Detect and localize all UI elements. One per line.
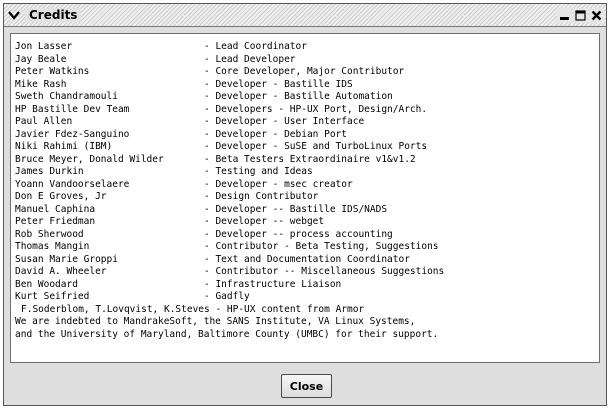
credit-role: Developer -- process accounting	[215, 228, 393, 240]
credit-name: Paul Allen	[15, 116, 73, 127]
credit-separator: -	[204, 128, 216, 140]
credit-role: Contributor -- Miscellaneous Suggestions	[215, 266, 445, 277]
close-button[interactable]: Close	[281, 374, 332, 398]
credit-row: Paul Allen - Developer - User Interface	[15, 116, 599, 129]
credit-role: Infrastructure Liaison	[215, 278, 342, 290]
credit-name: Javier Fdez-Sanguino	[15, 128, 130, 140]
credit-name: Susan Marie Groppi	[15, 253, 118, 265]
credit-separator: -	[204, 178, 216, 190]
credit-row: Manuel Caphina - Developer -- Bastille ID…	[15, 204, 599, 217]
credit-name: Thomas Mangin	[15, 241, 90, 252]
credit-separator: -	[204, 41, 216, 52]
credit-name: Peter Friedman	[15, 216, 96, 227]
credits-text-area[interactable]: Jon Lasser - Lead Coordinator Jay Beale - L…	[10, 33, 600, 363]
credit-row: Bruce Meyer, Donald Wilder - Beta Testers…	[15, 154, 599, 167]
credit-separator: -	[204, 228, 216, 240]
minimize-icon[interactable]	[557, 7, 572, 23]
credit-role: Design Contributor	[215, 191, 319, 202]
credit-name: Don E Groves, Jr	[15, 191, 107, 202]
window-menu-chevron-icon[interactable]	[7, 8, 21, 22]
credit-role: Beta Testers Extraordinaire v1&v1.2	[215, 153, 416, 165]
credit-separator: -	[204, 116, 216, 127]
maximize-icon[interactable]	[573, 7, 588, 23]
thanks-line: and the University of Maryland, Baltimor…	[15, 328, 439, 340]
credit-role: Developer - User Interface	[215, 116, 365, 127]
credit-row: Rob Sherwood - Developer -- process accou…	[15, 229, 599, 242]
credit-name: Rob Sherwood	[15, 228, 84, 240]
credit-separator: -	[204, 66, 216, 77]
credit-role: Developers - HP-UX Port, Design/Arch.	[215, 103, 428, 115]
credit-separator: -	[204, 78, 216, 90]
credit-role: Contributor - Beta Testing, Suggestions	[215, 241, 439, 252]
credit-separator: -	[204, 153, 216, 165]
credit-name: Mike Rash	[15, 78, 67, 90]
credit-name: Yoann Vandoorselaere	[15, 178, 130, 190]
credit-name: Jay Beale	[15, 53, 67, 65]
credit-row: Thomas Mangin - Contributor - Beta Testin…	[15, 241, 599, 254]
credit-separator: -	[204, 203, 216, 215]
credit-row: Javier Fdez-Sanguino - Developer - Debian…	[15, 129, 599, 142]
credit-row: Jay Beale - Lead Developer	[15, 54, 599, 67]
credit-separator: -	[204, 91, 216, 102]
credit-row: Don E Groves, Jr - Design Contributor	[15, 191, 599, 204]
credit-row: Peter Watkins - Core Developer, Major Con…	[15, 66, 599, 79]
credit-name: Jon Lasser	[15, 41, 73, 52]
credit-role: Lead Developer	[215, 53, 296, 65]
close-button-label: Close	[289, 380, 324, 393]
credit-row: Jon Lasser - Lead Coordinator	[15, 41, 599, 54]
credit-separator: -	[204, 103, 216, 115]
credit-row: Susan Marie Groppi - Text and Documentati…	[15, 254, 599, 267]
title-bar[interactable]: Credits	[4, 4, 606, 27]
credit-separator: -	[204, 241, 216, 252]
credits-list: Jon Lasser - Lead Coordinator Jay Beale - L…	[11, 34, 599, 304]
credit-name: Manuel Caphina	[15, 203, 96, 215]
credit-row: Sweth Chandramouli - Developer - Bastille…	[15, 91, 599, 104]
credit-separator: -	[204, 216, 216, 227]
window-title: Credits	[25, 8, 82, 22]
credit-role: Developer -- webget	[215, 216, 325, 227]
credit-row: Mike Rash - Developer - Bastille IDS	[15, 79, 599, 92]
thanks-line: We are indebted to MandrakeSoft, the SAN…	[15, 316, 416, 327]
credits-trailer: F.Soderblom, T.Lovqvist, K.Steves - HP-U…	[11, 304, 599, 342]
credit-role: Developer - Bastille IDS	[215, 78, 353, 90]
credit-row: Niki Rahimi (IBM) - Developer - SuSE and …	[15, 141, 599, 154]
credit-row: HP Bastille Dev Team - Developers - HP-UX…	[15, 104, 599, 117]
credit-role: Gadfly	[215, 291, 250, 302]
credit-row: Peter Friedman - Developer -- webget	[15, 216, 599, 229]
credit-name: Niki Rahimi (IBM)	[15, 141, 113, 152]
credit-separator: -	[204, 266, 216, 277]
credit-separator: -	[204, 191, 216, 202]
credit-row: David A. Wheeler - Contributor -- Miscell…	[15, 266, 599, 279]
armor-credit-line: F.Soderblom, T.Lovqvist, K.Steves - HP-U…	[21, 303, 365, 315]
credit-separator: -	[204, 253, 216, 265]
credit-role: Developer - msec creator	[215, 178, 353, 190]
credit-separator: -	[204, 141, 216, 152]
credit-separator: -	[204, 278, 216, 290]
credit-role: Core Developer, Major Contributor	[215, 66, 405, 77]
credit-name: HP Bastille Dev Team	[15, 103, 130, 115]
credits-window: Credits Jon Lasser - Lead Coordinator Jay …	[3, 3, 607, 406]
credit-row: Ben Woodard - Infrastructure Liaison	[15, 279, 599, 292]
credit-name: Bruce Meyer, Donald Wilder	[15, 153, 164, 165]
credit-separator: -	[204, 53, 216, 65]
credit-name: David A. Wheeler	[15, 266, 107, 277]
credit-name: Kurt Seifried	[15, 291, 90, 302]
credit-role: Developer - SuSE and TurboLinux Ports	[215, 141, 428, 152]
credit-name: James Durkin	[15, 166, 84, 177]
credit-role: Lead Coordinator	[215, 41, 307, 52]
credit-name: Peter Watkins	[15, 66, 90, 77]
credit-separator: -	[204, 166, 216, 177]
credit-role: Developer -- Bastille IDS/NADS	[215, 203, 388, 215]
credit-role: Testing and Ideas	[215, 166, 313, 177]
credit-separator: -	[204, 291, 216, 302]
credit-name: Ben Woodard	[15, 278, 78, 290]
credit-row: Yoann Vandoorselaere - Developer - msec c…	[15, 179, 599, 192]
credit-role: Developer - Bastille Automation	[215, 91, 393, 102]
credit-name: Sweth Chandramouli	[15, 91, 118, 102]
credit-role: Developer - Debian Port	[215, 128, 348, 140]
close-icon[interactable]	[589, 7, 604, 23]
credit-role: Text and Documentation Coordinator	[215, 253, 410, 265]
credit-row: James Durkin - Testing and Ideas	[15, 166, 599, 179]
credit-row: Kurt Seifried - Gadfly	[15, 291, 599, 304]
